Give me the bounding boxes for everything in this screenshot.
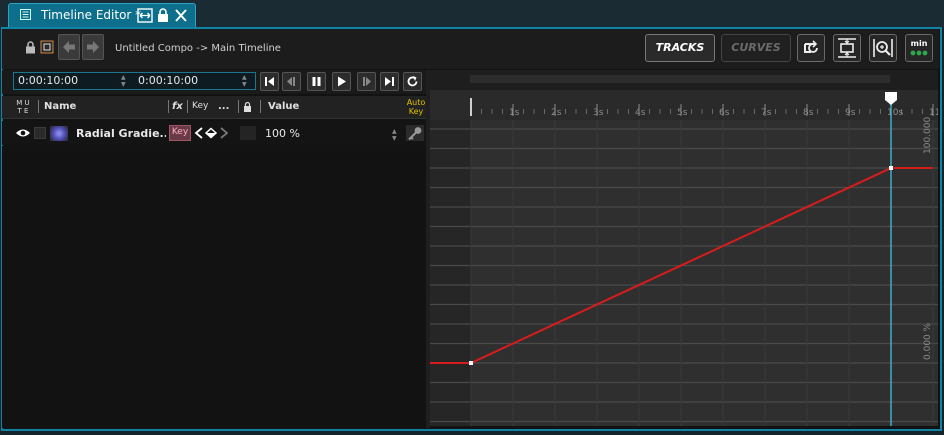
duration-stepper[interactable]: ▲ ▼ xyxy=(242,74,247,88)
layer-lock-toggle[interactable] xyxy=(240,126,256,140)
layer-thumbnail xyxy=(50,126,68,141)
pause-button[interactable] xyxy=(307,72,326,91)
loop-icon xyxy=(804,40,818,53)
play-button[interactable] xyxy=(332,72,351,91)
column-separator xyxy=(238,100,239,113)
ruler-label: 9s xyxy=(845,108,856,118)
layer-column-header: M UT E Name fx Key ... Value Auto Key xyxy=(2,96,426,119)
pause-icon xyxy=(312,77,321,86)
snapshot-icon[interactable] xyxy=(40,40,54,54)
current-time-input[interactable]: 0:00:10:00 xyxy=(18,73,78,89)
skip-end-icon xyxy=(385,77,394,86)
tab-title: Timeline Editor * xyxy=(41,8,142,22)
loop-mode-button[interactable] xyxy=(797,34,825,62)
name-column-label[interactable]: Name xyxy=(44,101,76,112)
breadcrumb[interactable]: Untitled Compo -> Main Timeline xyxy=(115,43,281,54)
layer-value[interactable]: 100 % xyxy=(265,127,300,140)
ruler-label: 1s xyxy=(509,108,520,118)
ruler-label: 10s xyxy=(887,108,903,118)
zoom-button[interactable] xyxy=(869,34,897,62)
go-to-start-button[interactable] xyxy=(260,72,279,91)
skip-start-icon xyxy=(265,77,274,86)
zoom-icon xyxy=(873,39,893,57)
prev-keyframe-icon[interactable] xyxy=(194,127,203,139)
ruler-label: 8s xyxy=(803,108,814,118)
duration-input[interactable]: 0:00:10:00 xyxy=(138,73,198,89)
fx-column-label[interactable]: fx xyxy=(172,101,183,112)
step-forward-icon xyxy=(363,77,371,86)
lock-column-icon[interactable] xyxy=(243,102,252,112)
value-stepper[interactable]: ▲ ▼ xyxy=(392,128,397,142)
ruler-label: 7s xyxy=(761,108,772,118)
mute-column-label[interactable]: M UT E xyxy=(15,99,31,115)
ruler-label: 11 xyxy=(929,108,938,118)
back-button[interactable] xyxy=(58,34,80,60)
loop-playback-button[interactable] xyxy=(403,72,422,91)
key-column-label[interactable]: Key xyxy=(192,101,208,111)
y-min-label: 0.000 % xyxy=(923,322,933,360)
forward-button[interactable] xyxy=(82,34,104,60)
minimize-icon: min xyxy=(910,39,928,56)
layer-list-empty-area xyxy=(2,146,426,428)
keyframe-nav-icons xyxy=(194,127,229,139)
key-badge[interactable]: Key xyxy=(169,125,191,141)
go-to-end-button[interactable] xyxy=(380,72,399,91)
fit-width-icon[interactable] xyxy=(137,8,153,23)
work-area-bar[interactable] xyxy=(470,75,890,83)
column-separator xyxy=(168,100,169,113)
ruler-label: 6s xyxy=(719,108,730,118)
min-label: min xyxy=(911,39,928,48)
layer-name[interactable]: Radial Gradie... xyxy=(76,127,166,140)
curve-graph[interactable]: 1s 2s 3s 4s 5s 6s 7s 8s 9s 10s 11100.000 0.000 % xyxy=(430,70,938,426)
auto-key-toggle[interactable]: Auto Key xyxy=(404,98,428,116)
tracks-mode-button[interactable]: TRACKS xyxy=(645,34,715,62)
y-max-label: 100.000 xyxy=(923,117,933,154)
arrow-right-icon xyxy=(87,41,99,53)
pre-start-region xyxy=(430,120,471,426)
current-time-stepper[interactable]: ▲ ▼ xyxy=(121,74,126,88)
step-back-icon xyxy=(287,77,295,86)
ruler-label: 3s xyxy=(593,108,604,118)
curve-editor[interactable]: 1s 2s 3s 4s 5s 6s 7s 8s 9s 10s 11 100.000 0.000 % xyxy=(430,70,938,426)
refresh-icon xyxy=(407,76,418,87)
key-icon[interactable] xyxy=(406,125,424,141)
toolbar: Untitled Compo -> Main Timeline TRACKS C… xyxy=(2,29,939,69)
tab-bar: Timeline Editor * xyxy=(0,0,944,27)
step-back-button[interactable] xyxy=(282,72,301,91)
layer-solo-checkbox[interactable] xyxy=(34,127,46,139)
eye-icon[interactable] xyxy=(15,128,31,138)
keyframe-point[interactable] xyxy=(469,361,473,365)
column-separator xyxy=(187,100,188,113)
play-icon xyxy=(338,76,346,87)
ruler-label: 4s xyxy=(635,108,646,118)
panel-menu-icon[interactable] xyxy=(20,9,31,20)
step-forward-button[interactable] xyxy=(357,72,376,91)
more-columns-label[interactable]: ... xyxy=(218,101,229,112)
transport-bar: 0:00:10:00 ▲ ▼ 0:00:10:00 ▲ ▼ xyxy=(2,70,426,94)
minimize-button[interactable]: min xyxy=(905,34,933,62)
keyframe-point[interactable] xyxy=(889,166,893,170)
ruler-label: 2s xyxy=(551,108,562,118)
tab-timeline-editor[interactable]: Timeline Editor * xyxy=(8,3,196,27)
lock-icon[interactable] xyxy=(24,41,37,54)
time-fields: 0:00:10:00 ▲ ▼ 0:00:10:00 ▲ ▼ xyxy=(13,72,256,90)
column-separator xyxy=(38,100,39,113)
close-icon[interactable] xyxy=(173,8,189,23)
value-column-label[interactable]: Value xyxy=(268,101,299,112)
column-separator xyxy=(260,100,261,113)
next-keyframe-icon[interactable] xyxy=(220,127,229,139)
curves-mode-button[interactable]: CURVES xyxy=(721,34,791,62)
layer-row[interactable]: Radial Gradie... Key 100 % ▲ ▼ xyxy=(2,121,426,145)
fit-view-button[interactable] xyxy=(833,34,861,62)
ruler-label: 5s xyxy=(677,108,688,118)
fit-view-icon xyxy=(838,38,856,58)
lock-icon[interactable] xyxy=(155,8,171,23)
arrow-left-icon xyxy=(63,41,75,53)
